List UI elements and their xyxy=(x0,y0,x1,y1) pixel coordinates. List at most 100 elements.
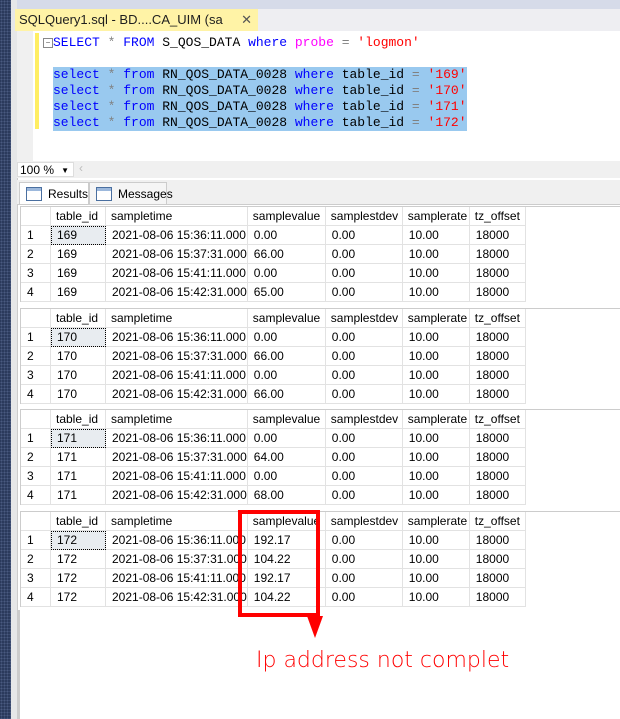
column-header[interactable]: tz_offset xyxy=(469,207,526,226)
row-number[interactable]: 2 xyxy=(21,244,51,264)
row-number[interactable]: 3 xyxy=(21,263,51,283)
cell[interactable]: 18000 xyxy=(469,225,526,245)
column-header[interactable]: sampletime xyxy=(105,309,248,328)
row-number[interactable]: 4 xyxy=(21,282,51,302)
cell[interactable]: 10.00 xyxy=(402,428,470,448)
column-header[interactable]: samplerate xyxy=(402,207,470,226)
cell[interactable]: 10.00 xyxy=(402,549,470,569)
cell[interactable]: 172 xyxy=(50,530,106,550)
cell[interactable]: 0.00 xyxy=(325,466,403,486)
row-number[interactable]: 1 xyxy=(21,428,51,448)
column-header[interactable]: table_id xyxy=(50,512,106,531)
cell[interactable]: 172 xyxy=(50,587,106,607)
table-row[interactable]: 4 170 2021-08-06 15:42:31.000 66.00 0.00 10.0… xyxy=(21,384,526,404)
cell[interactable]: 10.00 xyxy=(402,466,470,486)
cell[interactable]: 18000 xyxy=(469,244,526,264)
cell[interactable]: 18000 xyxy=(469,466,526,486)
result-grid[interactable]: table_id sampletime samplevalue samplestdev… xyxy=(20,206,620,302)
cell[interactable]: 2021-08-06 15:42:31.000 xyxy=(105,485,248,505)
cell[interactable]: 10.00 xyxy=(402,282,470,302)
result-grid[interactable]: table_id sampletime samplevalue samplestdev… xyxy=(20,409,620,505)
cell[interactable]: 172 xyxy=(50,549,106,569)
cell[interactable]: 0.00 xyxy=(325,587,403,607)
table-row[interactable]: 2 169 2021-08-06 15:37:31.000 66.00 0.00 10.0… xyxy=(21,244,526,264)
column-header[interactable] xyxy=(21,207,51,226)
cell[interactable]: 18000 xyxy=(469,282,526,302)
cell[interactable]: 171 xyxy=(50,447,106,467)
cell[interactable]: 66.00 xyxy=(247,384,326,404)
table-row[interactable]: 4 171 2021-08-06 15:42:31.000 68.00 0.00 10.0… xyxy=(21,485,526,505)
cell[interactable]: 172 xyxy=(50,568,106,588)
table-row[interactable]: 2 170 2021-08-06 15:37:31.000 66.00 0.00 10.0… xyxy=(21,346,526,366)
cell[interactable]: 170 xyxy=(50,384,106,404)
table-row[interactable]: 2 171 2021-08-06 15:37:31.000 64.00 0.00 10.0… xyxy=(21,447,526,467)
cell[interactable]: 0.00 xyxy=(247,263,326,283)
table-row[interactable]: 4 169 2021-08-06 15:42:31.000 65.00 0.00 10.0… xyxy=(21,282,526,302)
cell[interactable]: 170 xyxy=(50,327,106,347)
cell[interactable]: 0.00 xyxy=(325,282,403,302)
column-header[interactable]: samplestdev xyxy=(325,309,403,328)
row-number[interactable]: 2 xyxy=(21,346,51,366)
tab-messages[interactable]: Messages xyxy=(89,182,173,204)
cell[interactable]: 0.00 xyxy=(325,428,403,448)
column-header[interactable] xyxy=(21,512,51,531)
cell[interactable]: 2021-08-06 15:41:11.000 xyxy=(105,365,248,385)
cell[interactable]: 10.00 xyxy=(402,384,470,404)
column-header[interactable]: tz_offset xyxy=(469,309,526,328)
row-number[interactable]: 2 xyxy=(21,549,51,569)
row-number[interactable]: 1 xyxy=(21,530,51,550)
cell[interactable]: 2021-08-06 15:42:31.000 xyxy=(105,587,248,607)
cell[interactable]: 0.00 xyxy=(325,244,403,264)
cell[interactable]: 10.00 xyxy=(402,263,470,283)
cell[interactable]: 10.00 xyxy=(402,587,470,607)
column-header[interactable]: samplestdev xyxy=(325,410,403,429)
cell[interactable]: 169 xyxy=(50,282,106,302)
cell[interactable]: 18000 xyxy=(469,568,526,588)
tab-results[interactable]: Results xyxy=(19,182,89,204)
column-header[interactable]: tz_offset xyxy=(469,410,526,429)
collapse-icon[interactable]: − xyxy=(43,38,53,48)
cell[interactable]: 171 xyxy=(50,428,106,448)
result-grid[interactable]: table_id sampletime samplevalue samplestdev… xyxy=(20,511,620,607)
cell[interactable]: 18000 xyxy=(469,549,526,569)
cell[interactable]: 0.00 xyxy=(325,485,403,505)
cell[interactable]: 0.00 xyxy=(325,384,403,404)
row-number[interactable]: 3 xyxy=(21,466,51,486)
cell[interactable]: 2021-08-06 15:36:11.000 xyxy=(105,327,248,347)
row-number[interactable]: 4 xyxy=(21,384,51,404)
cell[interactable]: 0.00 xyxy=(325,568,403,588)
cell[interactable]: 68.00 xyxy=(247,485,326,505)
table-row[interactable]: 3 169 2021-08-06 15:41:11.000 0.00 0.00 10.00… xyxy=(21,263,526,283)
close-icon[interactable]: ✕ xyxy=(241,9,252,31)
column-header[interactable]: table_id xyxy=(50,309,106,328)
cell[interactable]: 0.00 xyxy=(247,365,326,385)
cell[interactable]: 2021-08-06 15:36:11.000 xyxy=(105,530,248,550)
cell[interactable]: 10.00 xyxy=(402,327,470,347)
zoom-select[interactable]: 100 % ▼ xyxy=(17,162,74,177)
cell[interactable]: 2021-08-06 15:42:31.000 xyxy=(105,282,248,302)
row-number[interactable]: 4 xyxy=(21,485,51,505)
table-row[interactable]: 1 171 2021-08-06 15:36:11.000 0.00 0.00 10.00… xyxy=(21,428,526,448)
row-number[interactable]: 1 xyxy=(21,327,51,347)
cell[interactable]: 18000 xyxy=(469,365,526,385)
cell[interactable]: 2021-08-06 15:37:31.000 xyxy=(105,244,248,264)
column-header[interactable]: table_id xyxy=(50,207,106,226)
cell[interactable]: 18000 xyxy=(469,428,526,448)
cell[interactable]: 171 xyxy=(50,485,106,505)
cell[interactable]: 169 xyxy=(50,244,106,264)
column-header[interactable]: samplestdev xyxy=(325,207,403,226)
row-number[interactable]: 2 xyxy=(21,447,51,467)
cell[interactable]: 0.00 xyxy=(247,428,326,448)
cell[interactable]: 10.00 xyxy=(402,530,470,550)
column-header[interactable]: tz_offset xyxy=(469,512,526,531)
cell[interactable]: 0.00 xyxy=(325,530,403,550)
column-header[interactable]: sampletime xyxy=(105,512,248,531)
table-row[interactable]: 3 171 2021-08-06 15:41:11.000 0.00 0.00 10.00… xyxy=(21,466,526,486)
cell[interactable]: 10.00 xyxy=(402,447,470,467)
cell[interactable]: 171 xyxy=(50,466,106,486)
cell[interactable]: 0.00 xyxy=(325,447,403,467)
cell[interactable]: 18000 xyxy=(469,447,526,467)
cell[interactable]: 66.00 xyxy=(247,346,326,366)
column-header[interactable]: sampletime xyxy=(105,410,248,429)
column-header[interactable]: samplerate xyxy=(402,309,470,328)
